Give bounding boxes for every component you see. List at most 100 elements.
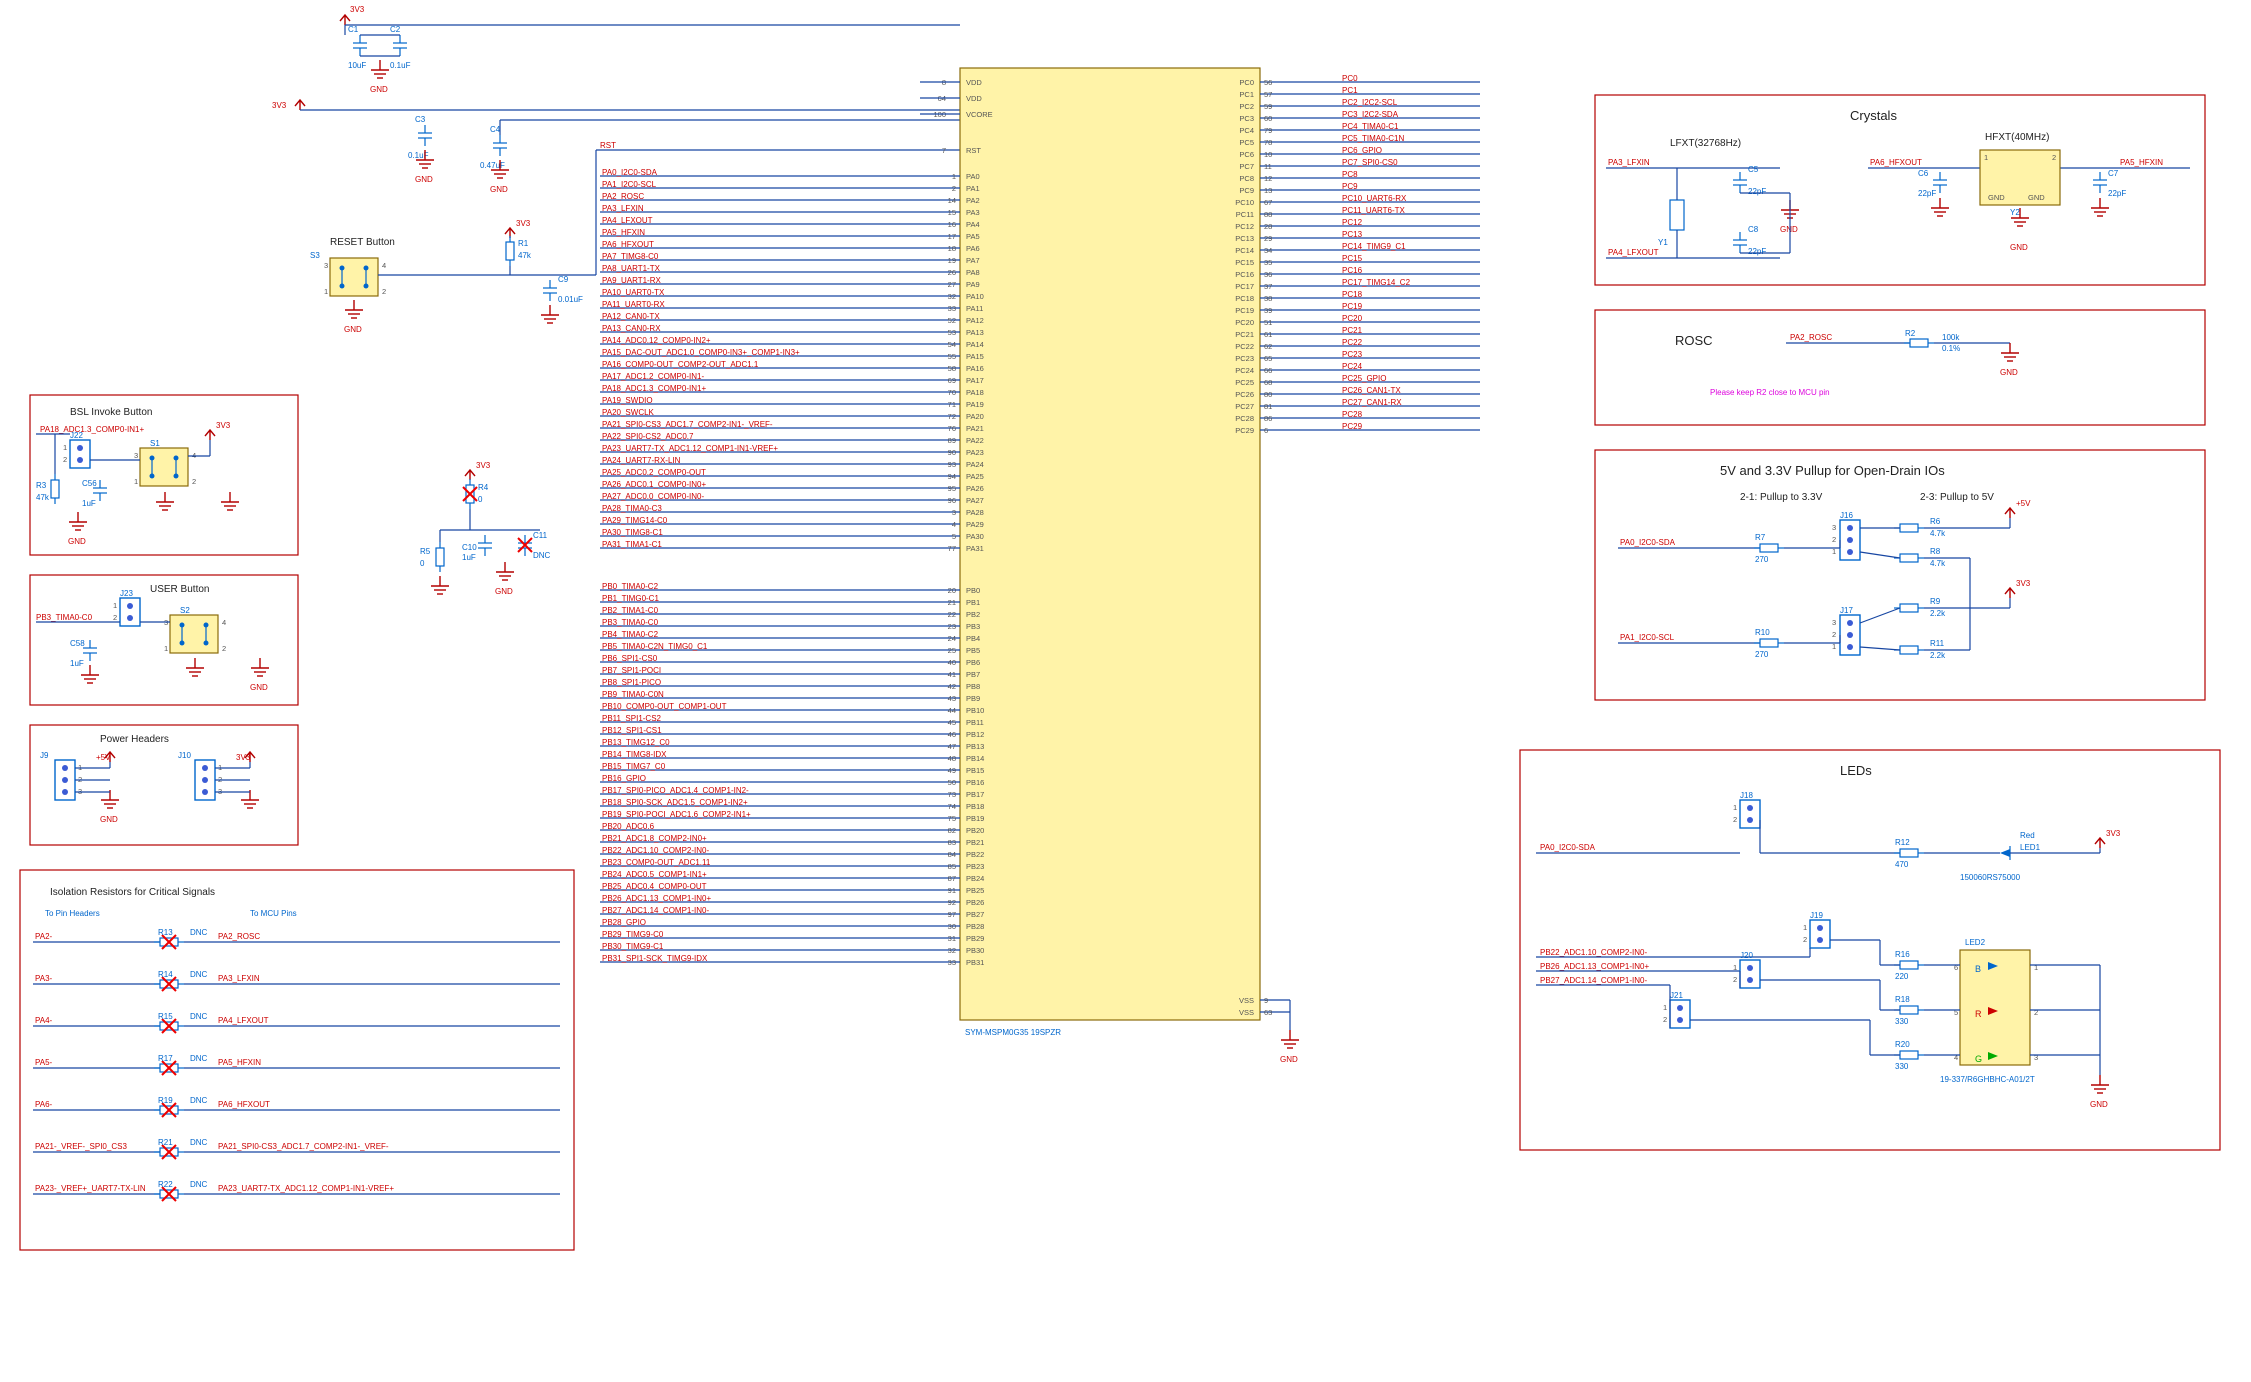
svg-text:13: 13	[1264, 186, 1272, 195]
svg-text:PC18: PC18	[1342, 290, 1363, 299]
svg-text:PA4-: PA4-	[35, 1016, 53, 1025]
svg-text:PC14_TIMG9_C1: PC14_TIMG9_C1	[1342, 242, 1406, 251]
svg-text:USER Button: USER Button	[150, 584, 209, 595]
svg-text:PA7_TIMG8-C0: PA7_TIMG8-C0	[602, 252, 659, 261]
svg-text:270: 270	[1755, 650, 1769, 659]
svg-text:PB17: PB17	[966, 790, 984, 799]
svg-text:PA18: PA18	[966, 388, 984, 397]
svg-text:82: 82	[948, 826, 956, 835]
svg-text:92: 92	[948, 898, 956, 907]
svg-text:PB1_TIMG0-C1: PB1_TIMG0-C1	[602, 594, 659, 603]
svg-text:42: 42	[948, 682, 956, 691]
svg-text:PC24: PC24	[1235, 366, 1254, 375]
svg-text:PB20_ADC0.6: PB20_ADC0.6	[602, 822, 655, 831]
svg-text:PC19: PC19	[1342, 302, 1363, 311]
svg-text:B: B	[1975, 964, 1981, 974]
svg-text:LED1: LED1	[2020, 843, 2041, 852]
j18[interactable]	[1740, 800, 1760, 828]
reset-switch[interactable]	[330, 258, 378, 296]
svg-text:65: 65	[1264, 354, 1272, 363]
svg-text:4: 4	[1954, 1053, 1958, 1062]
svg-text:90: 90	[948, 448, 956, 457]
svg-text:1: 1	[2034, 963, 2038, 972]
svg-text:R22: R22	[158, 1180, 173, 1189]
bsl-hdr[interactable]	[70, 440, 90, 468]
svg-text:DNC: DNC	[190, 1012, 208, 1021]
svg-text:PA29_TIMG14-C0: PA29_TIMG14-C0	[602, 516, 668, 525]
user-switch[interactable]	[170, 615, 218, 653]
bsl-switch[interactable]	[140, 448, 188, 486]
svg-text:GND: GND	[490, 185, 508, 194]
svg-text:PA22_SPI0-CS2_ADC0.7: PA22_SPI0-CS2_ADC0.7	[602, 432, 694, 441]
j10[interactable]	[195, 760, 215, 800]
svg-text:BSL Invoke Button: BSL Invoke Button	[70, 407, 152, 418]
svg-text:PA24_UART7-RX-LIN: PA24_UART7-RX-LIN	[602, 456, 681, 465]
svg-text:PB23: PB23	[966, 862, 984, 871]
svg-text:PB21: PB21	[966, 838, 984, 847]
j19[interactable]	[1810, 920, 1830, 948]
svg-text:52: 52	[948, 316, 956, 325]
svg-text:R17: R17	[158, 1054, 173, 1063]
svg-text:PA1: PA1	[966, 184, 980, 193]
svg-text:PA5: PA5	[966, 232, 980, 241]
svg-text:VCORE: VCORE	[966, 110, 993, 119]
svg-text:PA3_LFXIN: PA3_LFXIN	[1608, 158, 1650, 167]
svg-text:PC6_GPIO: PC6_GPIO	[1342, 146, 1382, 155]
user-box: USER Button J23 12 PB3_TIMA0-C0 S2 3412 …	[30, 575, 298, 705]
svg-text:PA21_SPI0-CS3_ADC1.7_COMP2-IN1: PA21_SPI0-CS3_ADC1.7_COMP2-IN1-_VREF-	[218, 1142, 389, 1151]
svg-text:PA4_LFXOUT: PA4_LFXOUT	[218, 1016, 269, 1025]
svg-text:330: 330	[1895, 1062, 1909, 1071]
svg-text:PA17: PA17	[966, 376, 984, 385]
svg-text:R6: R6	[1930, 517, 1941, 526]
svg-text:PA2: PA2	[966, 196, 980, 205]
svg-text:17: 17	[948, 232, 956, 241]
svg-text:PA28: PA28	[966, 508, 984, 517]
svg-text:PB17_SPI0-PICO_ADC1.4_COMP1-IN: PB17_SPI0-PICO_ADC1.4_COMP1-IN2-	[602, 786, 749, 795]
svg-text:R11: R11	[1930, 639, 1945, 648]
svg-text:PC22: PC22	[1342, 338, 1363, 347]
user-hdr[interactable]	[120, 598, 140, 626]
svg-text:R1: R1	[518, 239, 529, 248]
j9[interactable]	[55, 760, 75, 800]
svg-text:84: 84	[948, 850, 956, 859]
svg-text:18: 18	[948, 244, 956, 253]
svg-text:Please keep R2 close to MCU pi: Please keep R2 close to MCU pin	[1710, 388, 1830, 397]
svg-text:R12: R12	[1895, 838, 1910, 847]
svg-text:3V3: 3V3	[272, 101, 287, 110]
svg-text:2: 2	[113, 613, 117, 622]
svg-text:PC9: PC9	[1342, 182, 1358, 191]
svg-text:R2: R2	[1905, 329, 1916, 338]
svg-text:33: 33	[948, 304, 956, 313]
svg-text:R18: R18	[1895, 995, 1910, 1004]
svg-text:GND: GND	[1780, 225, 1798, 234]
j17[interactable]	[1840, 615, 1860, 655]
svg-text:12: 12	[1264, 174, 1272, 183]
svg-text:Crystals: Crystals	[1850, 108, 1897, 123]
svg-text:PC1: PC1	[1239, 90, 1254, 99]
svg-text:38: 38	[1264, 294, 1272, 303]
svg-text:PB21_ADC1.8_COMP2-IN0+: PB21_ADC1.8_COMP2-IN0+	[602, 834, 707, 843]
svg-text:PA11_UART0-RX: PA11_UART0-RX	[602, 300, 665, 309]
svg-text:50: 50	[948, 778, 956, 787]
iso-box: Isolation Resistors for Critical Signals…	[20, 870, 574, 1250]
svg-text:69: 69	[948, 376, 956, 385]
svg-text:DNC: DNC	[190, 1096, 208, 1105]
svg-text:LFXT(32768Hz): LFXT(32768Hz)	[1670, 138, 1741, 149]
svg-text:GND: GND	[370, 85, 388, 94]
svg-text:PC2_I2C2-SCL: PC2_I2C2-SCL	[1342, 98, 1398, 107]
svg-text:PC27: PC27	[1235, 402, 1254, 411]
svg-text:PC10: PC10	[1235, 198, 1254, 207]
svg-text:GND: GND	[2090, 1100, 2108, 1109]
svg-text:PB0: PB0	[966, 586, 980, 595]
svg-text:PA23_UART7-TX_ADC1.12_COMP1-IN: PA23_UART7-TX_ADC1.12_COMP1-IN1-VREF+	[218, 1184, 394, 1193]
svg-text:PA15: PA15	[966, 352, 984, 361]
j16[interactable]	[1840, 520, 1860, 560]
svg-text:PB10_COMP0-OUT_COMP1-OUT: PB10_COMP0-OUT_COMP1-OUT	[602, 702, 727, 711]
svg-text:PB2: PB2	[966, 610, 980, 619]
svg-text:83: 83	[948, 838, 956, 847]
svg-text:R19: R19	[158, 1096, 173, 1105]
j20[interactable]	[1740, 960, 1760, 988]
svg-text:PB24: PB24	[966, 874, 984, 883]
j21[interactable]	[1670, 1000, 1690, 1028]
svg-text:PA21-_VREF-_SPI0_CS3: PA21-_VREF-_SPI0_CS3	[35, 1142, 127, 1151]
